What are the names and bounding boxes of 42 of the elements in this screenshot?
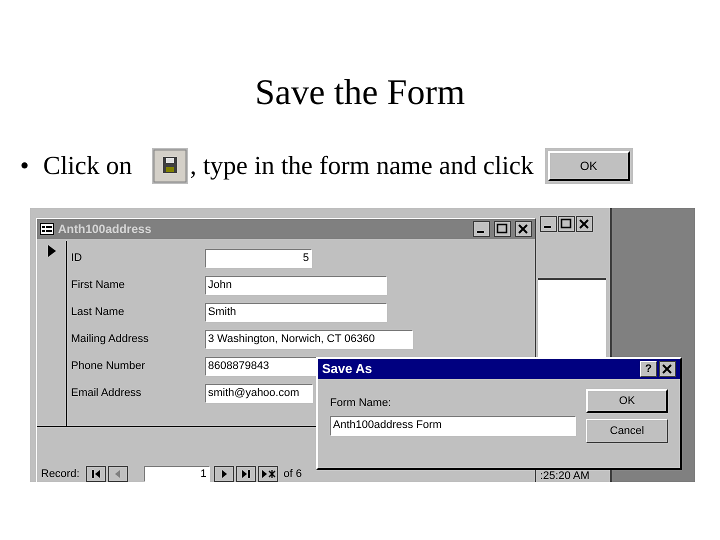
dialog-title: Save As xyxy=(322,360,374,378)
input-field[interactable]: Smith xyxy=(205,303,387,322)
bullet-marker: • xyxy=(20,153,30,179)
field-label: Form Name: xyxy=(330,396,392,411)
instruction-text: Click on xyxy=(43,153,132,179)
slide-title: Save the Form xyxy=(254,74,466,110)
input-field[interactable]: smith@yahoo.com xyxy=(205,384,313,403)
input-field[interactable]: 5 xyxy=(205,249,312,268)
current-record-icon xyxy=(48,245,56,257)
cancel-button[interactable]: Cancel xyxy=(586,419,668,443)
form-icon xyxy=(40,223,54,235)
field-label: Phone Number xyxy=(71,359,146,374)
help-button[interactable]: ? xyxy=(640,361,657,377)
field-label: First Name xyxy=(71,278,126,294)
time-text: :25:20 AM xyxy=(540,471,590,482)
ok-button[interactable]: OK xyxy=(586,389,668,413)
input-field[interactable]: 3 Washington, Norwich, CT 06360 xyxy=(205,330,413,349)
record-count: of 6 xyxy=(284,466,302,482)
close-icon[interactable] xyxy=(659,361,676,377)
save-icon[interactable] xyxy=(152,148,188,184)
form-name-field[interactable]: Anth100address Form xyxy=(330,416,576,436)
instruction-text: , type in the form name and click xyxy=(190,153,534,179)
window-title: Anth100address xyxy=(58,221,152,238)
ok-button[interactable]: OK xyxy=(548,151,630,181)
record-label: Record: xyxy=(41,466,80,482)
input-field[interactable]: John xyxy=(205,276,387,295)
record-number-field[interactable]: 1 xyxy=(144,466,210,482)
maximize-icon[interactable] xyxy=(494,221,511,237)
field-label: Mailing Address xyxy=(71,332,150,348)
close-icon[interactable] xyxy=(515,221,532,237)
field-label: ID xyxy=(71,251,83,266)
maximize-icon[interactable] xyxy=(558,216,575,232)
field-label: Last Name xyxy=(71,305,126,320)
field-label: Email Address xyxy=(71,386,142,402)
minimize-icon[interactable] xyxy=(540,216,557,232)
minimize-icon[interactable] xyxy=(473,221,490,237)
first-record-icon[interactable] xyxy=(86,466,106,482)
close-icon[interactable] xyxy=(576,216,593,232)
last-record-icon[interactable] xyxy=(236,466,256,482)
previous-record-icon[interactable] xyxy=(108,466,128,482)
new-record-icon[interactable] xyxy=(258,466,278,482)
next-record-icon[interactable] xyxy=(214,466,234,482)
